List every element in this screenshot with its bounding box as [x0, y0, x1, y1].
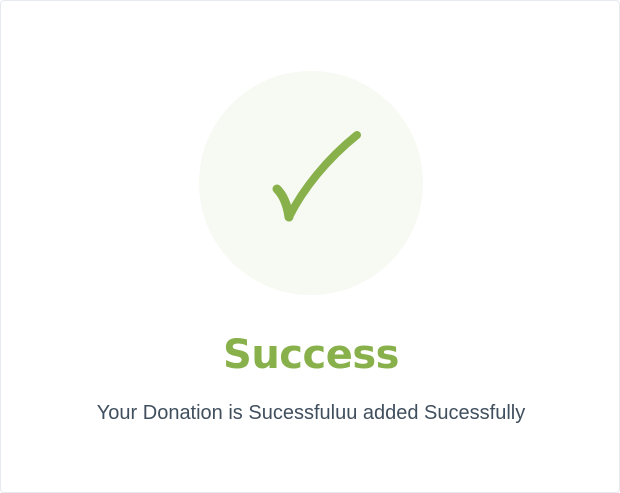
- checkmark-icon: [272, 131, 361, 222]
- success-card: Success Your Donation is Sucessfuluu add…: [0, 0, 620, 493]
- success-title: Success: [223, 332, 399, 378]
- icon-circle: [199, 71, 423, 295]
- success-message: Your Donation is Sucessfuluu added Suces…: [96, 402, 526, 424]
